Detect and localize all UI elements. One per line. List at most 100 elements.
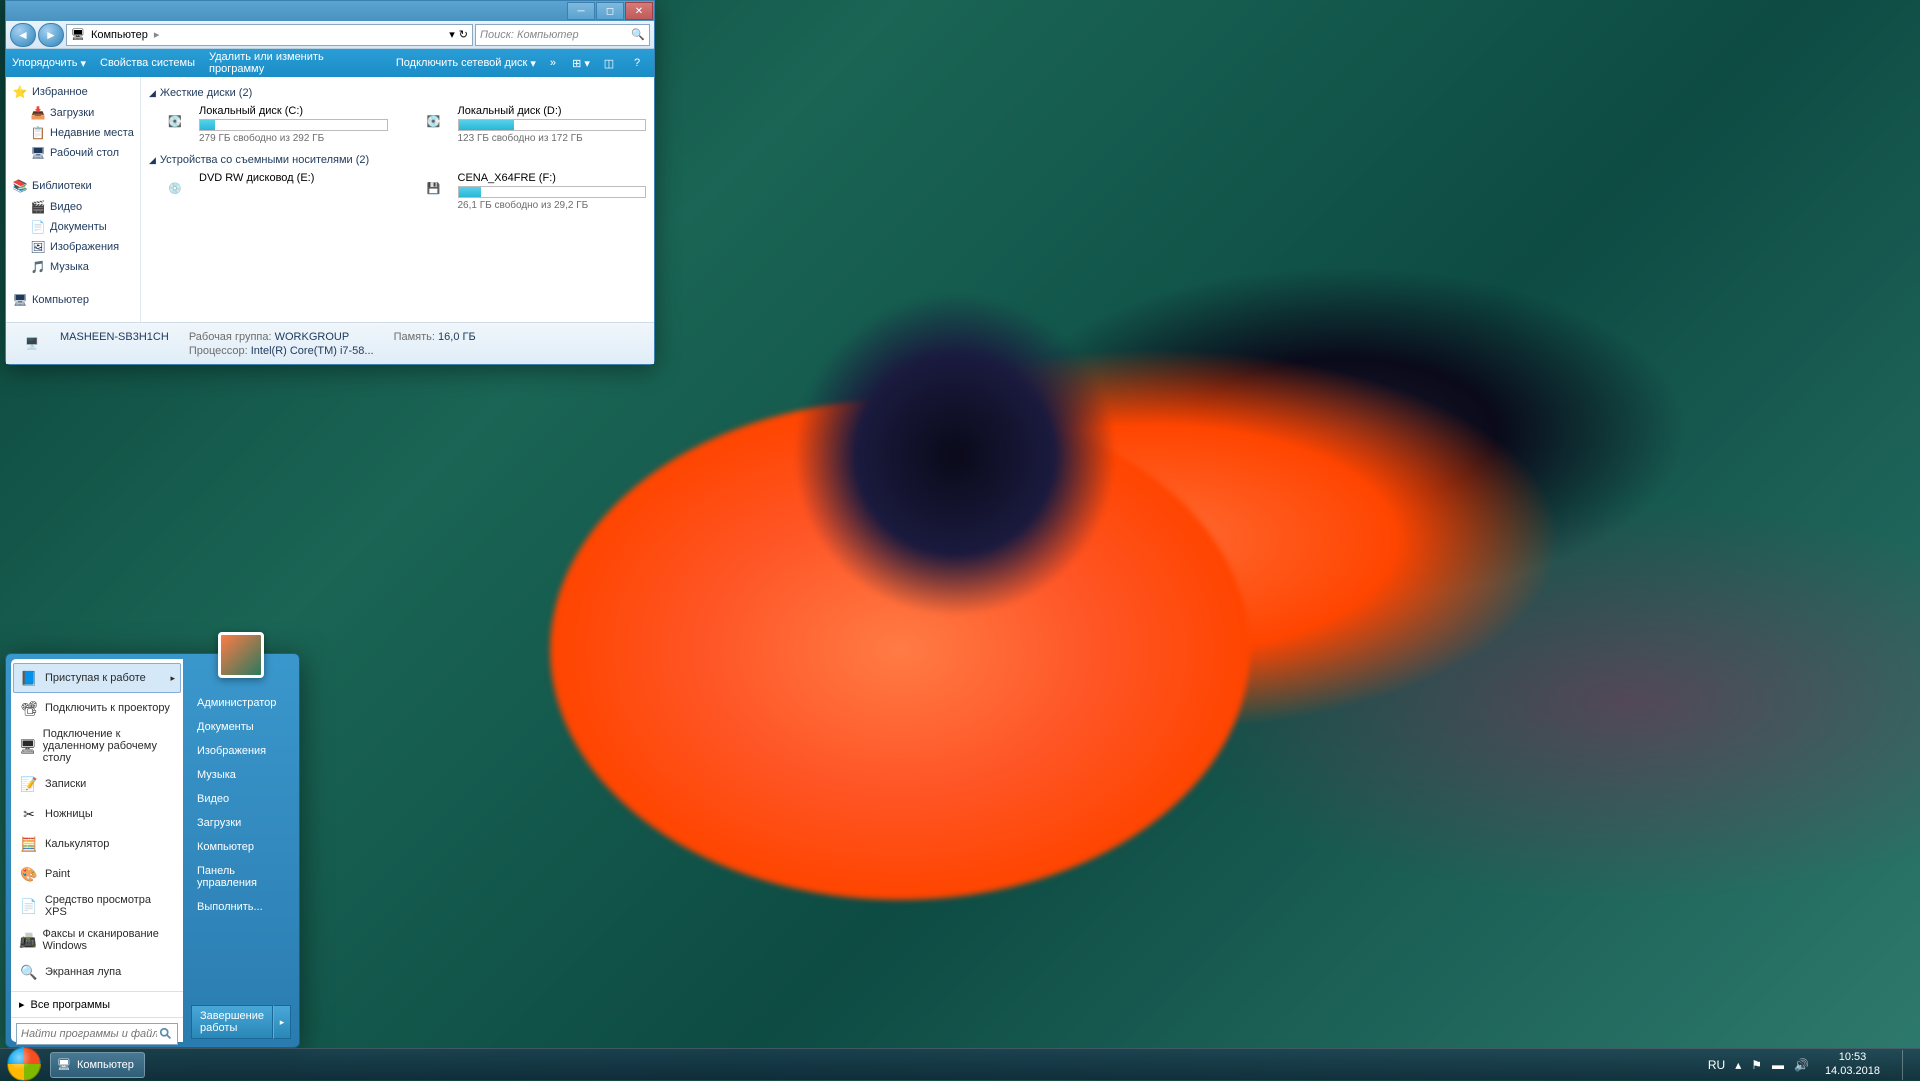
all-programs-button[interactable]: ▸Все программы bbox=[11, 991, 183, 1017]
shutdown-options-button[interactable]: ▸ bbox=[273, 1005, 291, 1039]
dvd-icon: 💿 bbox=[159, 172, 191, 204]
close-button[interactable]: ✕ bbox=[625, 2, 653, 20]
preview-pane-button[interactable]: ◫ bbox=[598, 53, 620, 73]
nav-documents[interactable]: 📄Документы bbox=[6, 217, 140, 237]
program-paint[interactable]: 🎨Paint bbox=[13, 859, 181, 889]
organize-button[interactable]: Упорядочить ▾ bbox=[12, 57, 86, 70]
nav-computer[interactable]: 🖥Компьютер bbox=[6, 289, 140, 311]
program-sticky-notes[interactable]: 📝Записки bbox=[13, 769, 181, 799]
nav-videos[interactable]: 🎬Видео bbox=[6, 197, 140, 217]
getting-started-icon: 📘 bbox=[19, 668, 39, 688]
start-search-input[interactable] bbox=[16, 1023, 178, 1045]
chevron-down-icon: ▾ bbox=[80, 57, 86, 70]
program-magnifier[interactable]: 🔍Экранная лупа bbox=[13, 957, 181, 987]
nav-downloads[interactable]: 📥Загрузки bbox=[6, 103, 140, 123]
network-icon[interactable]: ▬ bbox=[1772, 1058, 1784, 1072]
star-icon: ⭐ bbox=[12, 84, 28, 100]
action-center-icon[interactable]: ⚑ bbox=[1751, 1058, 1762, 1072]
help-button[interactable]: ? bbox=[626, 53, 648, 73]
details-pane: 🖥️ MASHEEN-SB3H1CH Рабочая группа: WORKG… bbox=[6, 322, 654, 364]
maximize-button[interactable]: ◻ bbox=[596, 2, 624, 20]
program-getting-started[interactable]: 📘Приступая к работе▸ bbox=[13, 663, 181, 693]
computer-icon: 🖥️ bbox=[14, 327, 50, 361]
submenu-arrow-icon: ▸ bbox=[170, 673, 175, 684]
taskbar: 🖥Компьютер RU ▴ ⚑ ▬ 🔊 10:53 14.03.2018 bbox=[0, 1048, 1920, 1080]
computer-icon: 🖥 bbox=[12, 292, 28, 308]
start-admin[interactable]: Администратор bbox=[191, 692, 291, 714]
program-snipping-tool[interactable]: ✂Ножницы bbox=[13, 799, 181, 829]
nav-recent[interactable]: 📋Недавние места bbox=[6, 123, 140, 143]
back-button[interactable]: ◄ bbox=[10, 23, 36, 47]
navigation-bar: ◄ ► 🖥 Компьютер ▸ ▾ ↻ Поиск: Компьютер 🔍 bbox=[6, 21, 654, 49]
language-indicator[interactable]: RU bbox=[1708, 1058, 1725, 1072]
collapse-icon: ◢ bbox=[149, 88, 156, 99]
favorites-group[interactable]: ⭐Избранное bbox=[6, 81, 140, 103]
start-computer[interactable]: Компьютер bbox=[191, 836, 291, 858]
forward-button[interactable]: ► bbox=[38, 23, 64, 47]
nav-music[interactable]: 🎵Музыка bbox=[6, 257, 140, 277]
user-picture[interactable] bbox=[218, 632, 264, 678]
nav-desktop[interactable]: 🖥Рабочий стол bbox=[6, 143, 140, 163]
projector-icon: 📽 bbox=[19, 698, 39, 718]
more-commands-icon[interactable]: » bbox=[550, 57, 556, 69]
calculator-icon: 🧮 bbox=[19, 834, 39, 854]
paint-icon: 🎨 bbox=[19, 864, 39, 884]
map-network-drive-button[interactable]: Подключить сетевой диск ▾ bbox=[396, 57, 536, 70]
program-xps-viewer[interactable]: 📄Средство просмотра XPS bbox=[13, 889, 181, 923]
window-titlebar[interactable]: ─ ◻ ✕ bbox=[6, 1, 654, 21]
uninstall-program-button[interactable]: Удалить или изменить программу bbox=[209, 51, 382, 75]
start-button[interactable] bbox=[4, 1050, 44, 1080]
explorer-window: ─ ◻ ✕ ◄ ► 🖥 Компьютер ▸ ▾ ↻ Поиск: Компь… bbox=[5, 0, 655, 365]
snipping-icon: ✂ bbox=[19, 804, 39, 824]
nav-pictures[interactable]: 🖼Изображения bbox=[6, 237, 140, 257]
start-menu-programs-pane: 📘Приступая к работе▸ 📽Подключить к проек… bbox=[11, 659, 183, 1042]
start-downloads[interactable]: Загрузки bbox=[191, 812, 291, 834]
start-documents[interactable]: Документы bbox=[191, 716, 291, 738]
program-fax-scan[interactable]: 📠Факсы и сканирование Windows bbox=[13, 923, 181, 957]
computer-icon: 🖥 bbox=[71, 28, 85, 41]
taskbar-item-explorer[interactable]: 🖥Компьютер bbox=[50, 1052, 145, 1078]
collapse-icon: ◢ bbox=[149, 155, 156, 166]
search-icon[interactable]: 🔍 bbox=[631, 28, 645, 41]
show-desktop-button[interactable] bbox=[1902, 1050, 1912, 1080]
refresh-icon[interactable]: ↻ bbox=[459, 28, 468, 41]
sticky-notes-icon: 📝 bbox=[19, 774, 39, 794]
drive-d[interactable]: 💽 Локальный диск (D:) 123 ГБ свободно из… bbox=[418, 105, 647, 144]
start-pictures[interactable]: Изображения bbox=[191, 740, 291, 762]
search-input[interactable]: Поиск: Компьютер 🔍 bbox=[475, 24, 650, 46]
shutdown-button[interactable]: Завершение работы bbox=[191, 1005, 273, 1039]
drive-c[interactable]: 💽 Локальный диск (C:) 279 ГБ свободно из… bbox=[159, 105, 388, 144]
breadcrumb-computer[interactable]: Компьютер bbox=[89, 29, 150, 41]
computer-name: MASHEEN-SB3H1CH bbox=[60, 331, 169, 343]
system-properties-button[interactable]: Свойства системы bbox=[100, 57, 195, 69]
libraries-group[interactable]: 📚Библиотеки bbox=[6, 175, 140, 197]
program-calculator[interactable]: 🧮Калькулятор bbox=[13, 829, 181, 859]
address-bar[interactable]: 🖥 Компьютер ▸ ▾ ↻ bbox=[66, 24, 473, 46]
start-search-wrapper bbox=[11, 1017, 183, 1050]
program-projector[interactable]: 📽Подключить к проектору bbox=[13, 693, 181, 723]
desktop-icon: 🖥 bbox=[30, 145, 46, 161]
dropdown-icon[interactable]: ▾ bbox=[449, 28, 455, 41]
arrow-right-icon: ▸ bbox=[19, 998, 25, 1011]
usb-icon: 💾 bbox=[418, 172, 450, 204]
start-menu: 📘Приступая к работе▸ 📽Подключить к проек… bbox=[5, 653, 300, 1048]
start-music[interactable]: Музыка bbox=[191, 764, 291, 786]
minimize-button[interactable]: ─ bbox=[567, 2, 595, 20]
show-hidden-icons[interactable]: ▴ bbox=[1735, 1058, 1741, 1072]
start-run[interactable]: Выполнить... bbox=[191, 896, 291, 918]
hard-drives-section[interactable]: ◢Жесткие диски (2) bbox=[149, 87, 646, 99]
volume-icon[interactable]: 🔊 bbox=[1794, 1058, 1809, 1072]
start-videos[interactable]: Видео bbox=[191, 788, 291, 810]
video-icon: 🎬 bbox=[30, 199, 46, 215]
view-options-button[interactable]: ⊞ ▾ bbox=[570, 53, 592, 73]
removable-section[interactable]: ◢Устройства со съемными носителями (2) bbox=[149, 154, 646, 166]
navigation-pane: ⭐Избранное 📥Загрузки 📋Недавние места 🖥Ра… bbox=[6, 77, 141, 322]
program-remote-desktop[interactable]: 🖥Подключение к удаленному рабочему столу bbox=[13, 723, 181, 769]
start-control-panel[interactable]: Панель управления bbox=[191, 860, 291, 894]
drive-f[interactable]: 💾 CENA_X64FRE (F:) 26,1 ГБ свободно из 2… bbox=[418, 172, 647, 211]
chevron-right-icon[interactable]: ▸ bbox=[154, 28, 160, 41]
drive-dvd[interactable]: 💿 DVD RW дисковод (E:) bbox=[159, 172, 388, 211]
fax-icon: 📠 bbox=[19, 930, 36, 950]
clock[interactable]: 10:53 14.03.2018 bbox=[1819, 1051, 1886, 1077]
downloads-icon: 📥 bbox=[30, 105, 46, 121]
